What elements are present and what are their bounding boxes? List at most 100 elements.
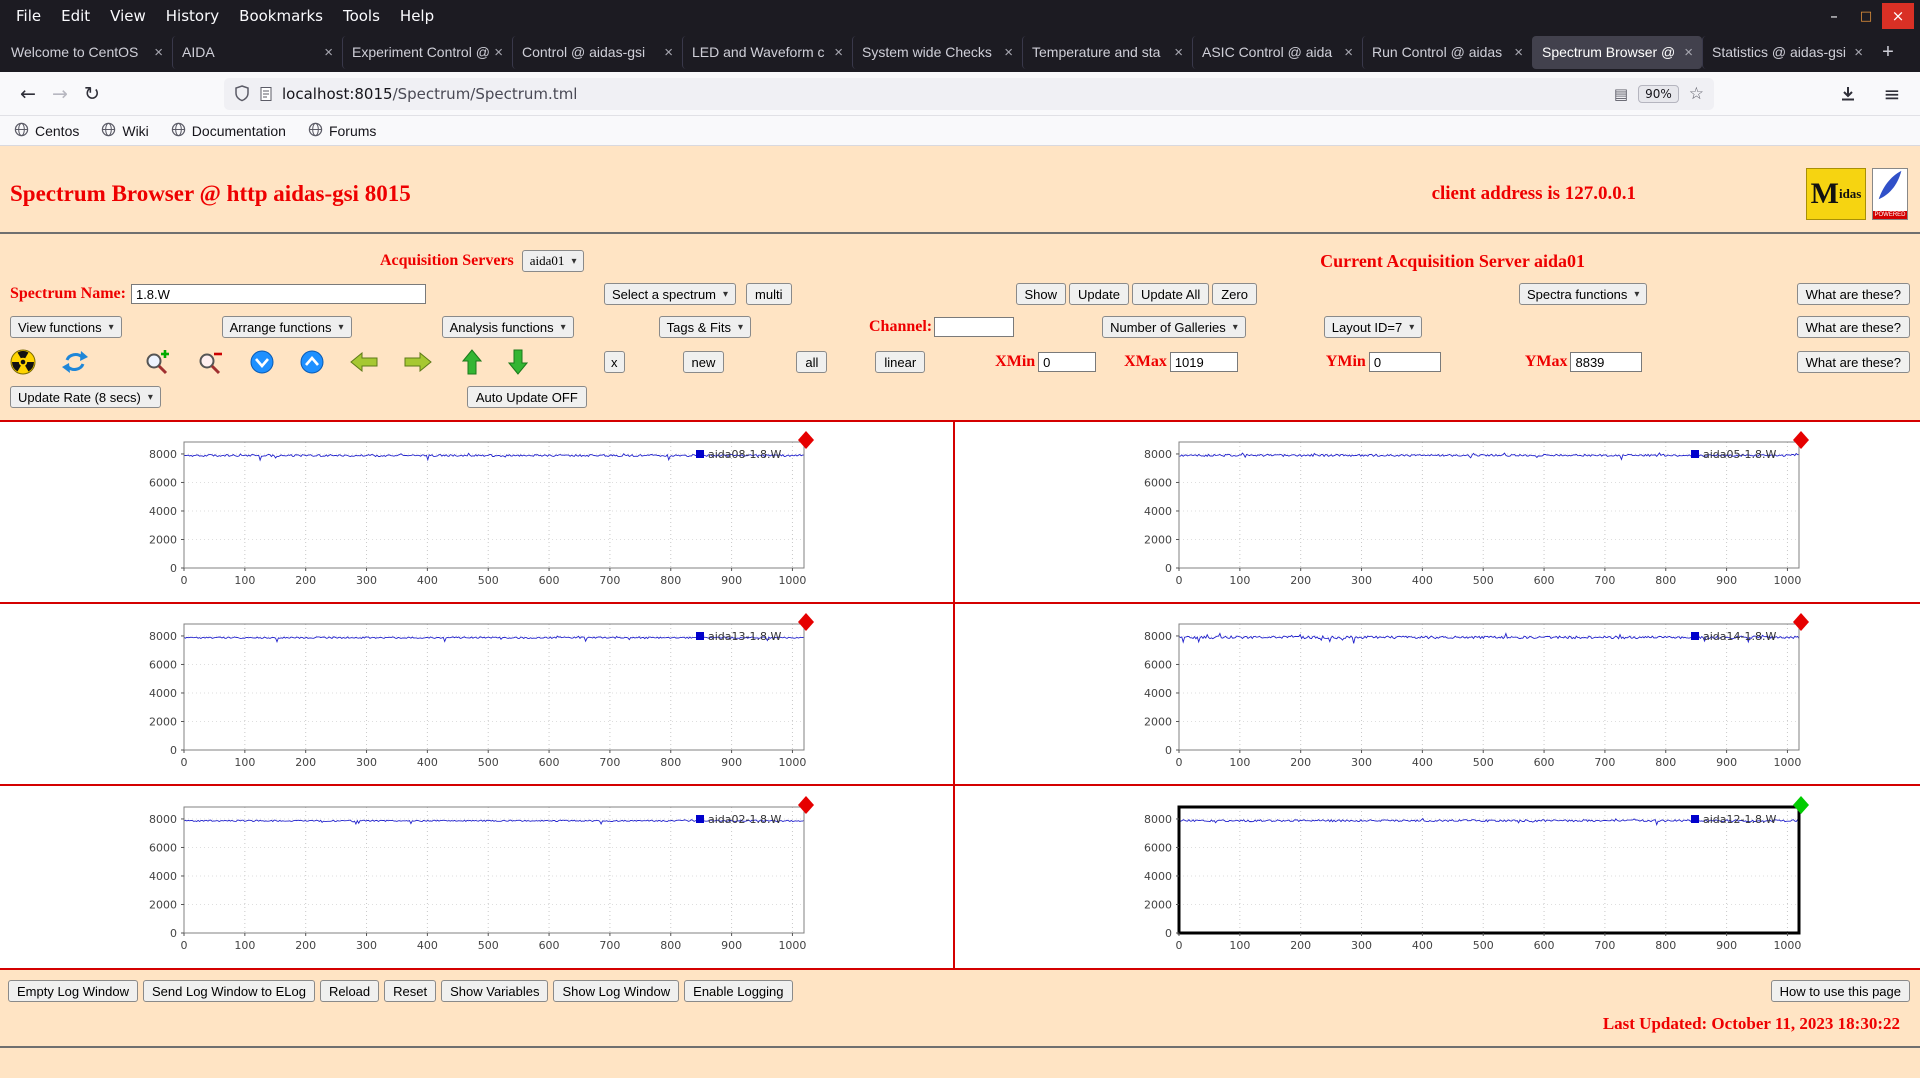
what-are-these-button-3[interactable]: What are these? [1796, 351, 1910, 373]
tab-experiment-control[interactable]: Experiment Control @ × [342, 35, 512, 69]
zoom-in-icon[interactable] [144, 349, 171, 375]
menu-view[interactable]: View [100, 4, 156, 28]
radiation-icon[interactable] [10, 349, 36, 375]
spectrum-chart-aida12[interactable]: 0 100 200 300 400 500 600 700 800 900 1000 0 2000 400… [1123, 791, 1813, 964]
tab-close-icon[interactable]: × [1174, 44, 1183, 61]
what-are-these-button-2[interactable]: What are these? [1796, 316, 1910, 338]
url-bar[interactable]: localhost:8015/Spectrum/Spectrum.tml ▤ 9… [224, 77, 1714, 110]
acquisition-server-select[interactable]: aida01 ▾ [521, 250, 585, 272]
bookmark-centos[interactable]: Centos [14, 122, 79, 140]
tab-aida[interactable]: AIDA × [172, 35, 342, 69]
galleries-dropdown[interactable]: Number of Galleries ▾ [1102, 316, 1246, 338]
menu-bookmarks[interactable]: Bookmarks [229, 4, 333, 28]
enable-logging-button[interactable]: Enable Logging [684, 980, 793, 1002]
downloads-icon[interactable] [1832, 79, 1864, 109]
spectrum-chart-aida13[interactable]: 0 100 200 300 400 500 600 700 800 900 1000 0 2000 400… [128, 608, 818, 781]
x-button[interactable]: x [604, 351, 625, 373]
bookmark-documentation[interactable]: Documentation [171, 122, 286, 140]
spectrum-name-input[interactable] [130, 284, 426, 304]
reload-icon[interactable]: ↻ [76, 79, 108, 109]
maximize-button[interactable]: □ [1850, 3, 1882, 29]
tab-spectrum-browser[interactable]: Spectrum Browser @ × [1532, 35, 1702, 69]
menu-help[interactable]: Help [390, 4, 444, 28]
zoom-out-icon[interactable] [197, 349, 224, 375]
menu-tools[interactable]: Tools [333, 4, 390, 28]
tab-system-checks[interactable]: System wide Checks × [852, 35, 1022, 69]
how-to-use-button[interactable]: How to use this page [1770, 980, 1910, 1002]
what-are-these-button-1[interactable]: What are these? [1796, 283, 1910, 305]
page-info-icon[interactable] [258, 86, 274, 102]
refresh-icon[interactable] [62, 349, 88, 375]
tab-close-icon[interactable]: × [494, 44, 503, 61]
bookmark-wiki[interactable]: Wiki [101, 122, 149, 140]
show-button[interactable]: Show [1015, 283, 1067, 305]
multi-button[interactable]: multi [746, 283, 792, 305]
analysis-functions-dropdown[interactable]: Analysis functions ▾ [441, 316, 574, 338]
spectrum-chart-aida05[interactable]: 0 100 200 300 400 500 600 700 800 900 1000 0 2000 400… [1123, 426, 1813, 599]
ymax-input[interactable] [1570, 352, 1643, 372]
url-text[interactable]: localhost:8015/Spectrum/Spectrum.tml [282, 85, 577, 103]
show-variables-button[interactable]: Show Variables [441, 980, 549, 1002]
minimize-button[interactable]: – [1818, 3, 1850, 29]
linear-button[interactable]: linear [875, 351, 926, 373]
xmin-input[interactable] [1038, 352, 1097, 372]
show-log-window-button[interactable]: Show Log Window [553, 980, 680, 1002]
all-button[interactable]: all [796, 351, 828, 373]
menu-history[interactable]: History [156, 4, 229, 28]
zero-button[interactable]: Zero [1212, 283, 1257, 305]
tab-control[interactable]: Control @ aidas-gsi × [512, 35, 682, 69]
shield-icon[interactable] [234, 85, 250, 102]
bookmark-star-icon[interactable]: ☆ [1689, 84, 1704, 104]
tab-statistics[interactable]: Statistics @ aidas-gsi × [1702, 35, 1872, 69]
tab-close-icon[interactable]: × [1004, 44, 1013, 61]
tab-close-icon[interactable]: × [834, 44, 843, 61]
send-log-to-elog-button[interactable]: Send Log Window to ELog [143, 980, 315, 1002]
tab-close-icon[interactable]: × [1854, 44, 1863, 61]
arrow-up-icon[interactable] [462, 349, 482, 375]
tab-close-icon[interactable]: × [664, 44, 673, 61]
arrow-left-icon[interactable] [350, 352, 378, 372]
ymin-input[interactable] [1368, 352, 1441, 372]
channel-input[interactable] [934, 317, 1015, 337]
tab-close-icon[interactable]: × [1344, 44, 1353, 61]
spectrum-chart-aida02[interactable]: 0 100 200 300 400 500 600 700 800 900 1000 0 2000 400… [128, 791, 818, 964]
reset-button[interactable]: Reset [384, 980, 437, 1002]
new-button[interactable]: new [682, 351, 725, 373]
hamburger-menu-icon[interactable]: ≡ [1876, 79, 1908, 109]
sphere-up-icon[interactable] [300, 350, 324, 374]
select-spectrum-dropdown[interactable]: Select a spectrum ▾ [603, 283, 737, 305]
tab-temperature[interactable]: Temperature and sta × [1022, 35, 1192, 69]
arrange-functions-dropdown[interactable]: Arrange functions ▾ [221, 316, 352, 338]
tab-close-icon[interactable]: × [324, 44, 333, 61]
update-all-button[interactable]: Update All [1131, 283, 1210, 305]
sphere-down-icon[interactable] [250, 350, 274, 374]
tags-fits-dropdown[interactable]: Tags & Fits ▾ [658, 316, 751, 338]
tab-asic-control[interactable]: ASIC Control @ aida × [1192, 35, 1362, 69]
new-tab-button[interactable]: + [1872, 37, 1904, 67]
update-button[interactable]: Update [1069, 283, 1129, 305]
xmax-input[interactable] [1169, 352, 1238, 372]
auto-update-button[interactable]: Auto Update OFF [466, 386, 587, 408]
spectrum-chart-aida14[interactable]: 0 100 200 300 400 500 600 700 800 900 1000 0 2000 400… [1123, 608, 1813, 781]
tab-led-waveform[interactable]: LED and Waveform c × [682, 35, 852, 69]
empty-log-window-button[interactable]: Empty Log Window [8, 980, 138, 1002]
tab-run-control[interactable]: Run Control @ aidas × [1362, 35, 1532, 69]
zoom-indicator[interactable]: 90% [1638, 84, 1679, 103]
reader-mode-icon[interactable]: ▤ [1614, 85, 1628, 103]
menu-file[interactable]: File [6, 4, 51, 28]
spectrum-chart-aida08[interactable]: 0 100 200 300 400 500 600 700 800 900 1000 0 2000 400… [128, 426, 818, 599]
arrow-down-icon[interactable] [508, 349, 528, 375]
layout-id-dropdown[interactable]: Layout ID=7 ▾ [1323, 316, 1423, 338]
tab-close-icon[interactable]: × [1684, 44, 1693, 61]
tab-welcome-to-centos[interactable]: Welcome to CentOS × [2, 36, 172, 69]
tab-close-icon[interactable]: × [1514, 44, 1523, 61]
forward-icon[interactable]: → [44, 79, 76, 109]
back-icon[interactable]: ← [12, 79, 44, 109]
arrow-right-icon[interactable] [404, 352, 432, 372]
bookmark-forums[interactable]: Forums [308, 122, 376, 140]
update-rate-dropdown[interactable]: Update Rate (8 secs) ▾ [10, 386, 161, 408]
tab-close-icon[interactable]: × [154, 44, 163, 61]
menu-edit[interactable]: Edit [51, 4, 100, 28]
reload-button[interactable]: Reload [319, 980, 380, 1002]
spectra-functions-dropdown[interactable]: Spectra functions ▾ [1518, 283, 1648, 305]
